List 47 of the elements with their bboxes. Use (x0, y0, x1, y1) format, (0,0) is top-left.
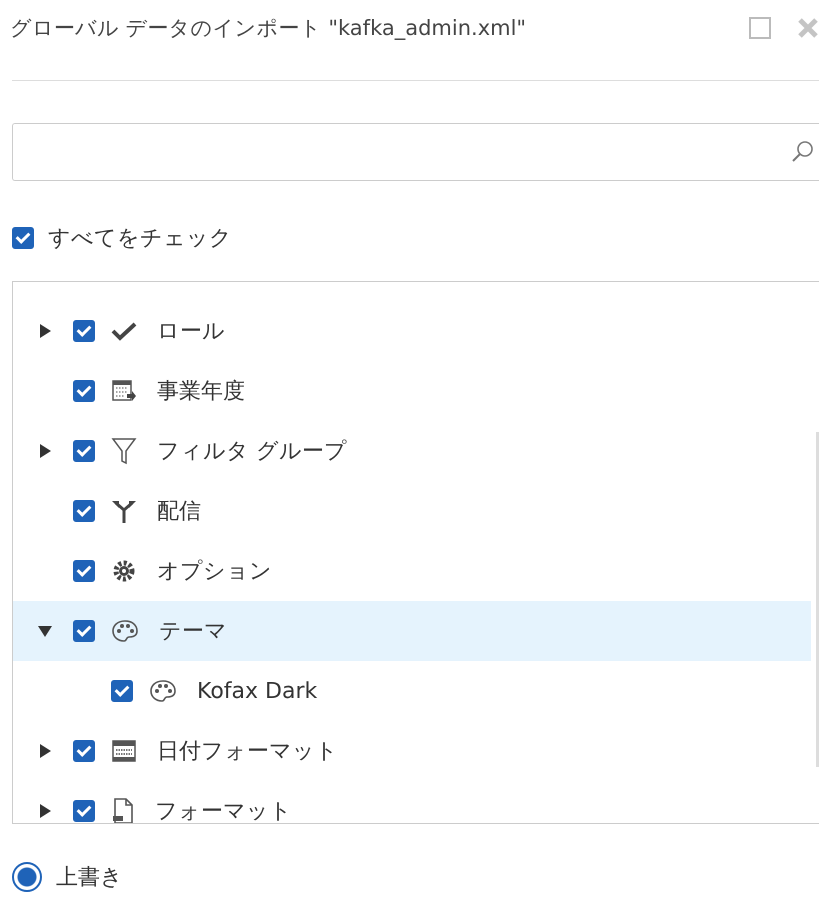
checkbox[interactable] (73, 320, 95, 342)
tree-row[interactable]: 日付フォーマット (13, 721, 811, 781)
tree-row[interactable]: Kofax Dark (13, 661, 811, 721)
palette-icon (149, 679, 177, 703)
search-field[interactable] (12, 123, 819, 181)
tree-item-label: Kofax Dark (197, 678, 318, 704)
scrollbar[interactable] (816, 432, 819, 767)
tree-item-label: テーマ (159, 618, 227, 646)
tree-item-label: 配信 (157, 498, 201, 526)
calendar-icon (111, 738, 137, 764)
checkbox[interactable] (73, 560, 95, 582)
tree-row[interactable]: 事業年度 (13, 361, 811, 421)
tree-item-label: フィルタ グループ (157, 438, 347, 466)
tree-item-label: フォーマット (155, 798, 292, 823)
tree-row[interactable]: テーマ (13, 601, 811, 661)
checkbox[interactable] (73, 440, 95, 462)
expand-arrow-icon[interactable] (38, 803, 52, 819)
checkbox-label: すべてをチェック (48, 225, 232, 253)
radio-button[interactable] (12, 862, 42, 892)
palette-icon (111, 619, 139, 643)
tree-item-label: ロール (157, 318, 225, 346)
expand-arrow-icon[interactable] (38, 743, 52, 759)
filter-icon (111, 437, 137, 465)
tree-item-label: オプション (157, 558, 272, 586)
gear-icon (111, 558, 137, 584)
checkbox[interactable] (12, 227, 34, 249)
split-arrow-icon (111, 498, 137, 524)
document-icon (111, 797, 135, 823)
tree-row[interactable]: オプション (13, 541, 811, 601)
checkbox[interactable] (111, 680, 133, 702)
tree-item-label: 事業年度 (157, 378, 245, 406)
checkbox[interactable] (73, 620, 95, 642)
checkbox[interactable] (73, 380, 95, 402)
checkbox[interactable] (73, 500, 95, 522)
calendar-icon (111, 378, 137, 404)
tree-row[interactable]: 配信 (13, 481, 811, 541)
collapse-arrow-icon[interactable] (37, 624, 53, 638)
expand-arrow-icon[interactable] (38, 323, 52, 339)
window-title: グローバル データのインポート "kafka_admin.xml" (10, 15, 526, 42)
tree-row[interactable]: フォーマット (13, 781, 811, 823)
tree-item-label: 日付フォーマット (157, 738, 338, 766)
radio-label: 上書き (56, 864, 123, 892)
tree-row[interactable]: フィルタ グループ (13, 421, 811, 481)
checkbox[interactable] (73, 800, 95, 822)
tree-row[interactable]: ロール (13, 301, 811, 361)
checkbox[interactable] (73, 740, 95, 762)
expand-arrow-icon[interactable] (38, 443, 52, 459)
